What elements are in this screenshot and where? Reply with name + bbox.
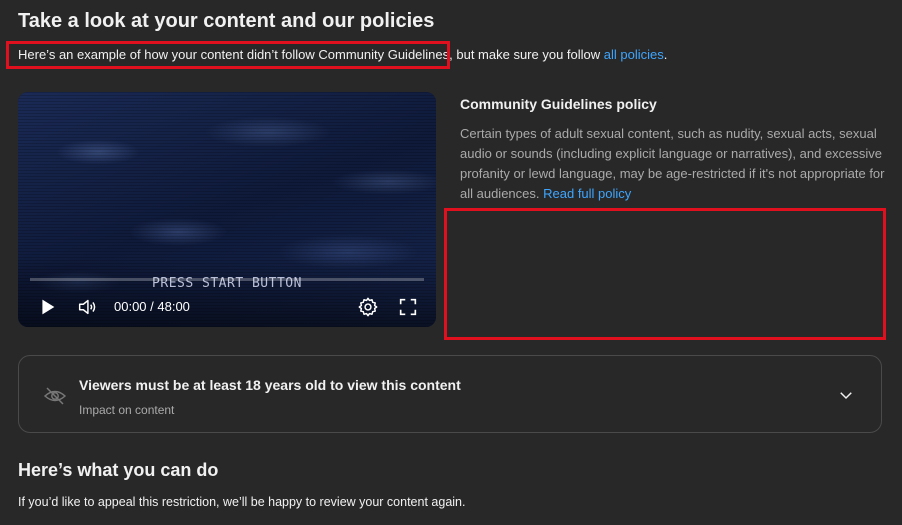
- all-policies-link[interactable]: all policies: [604, 47, 664, 62]
- appeal-text: If you’d like to appeal this restriction…: [18, 495, 466, 509]
- play-icon[interactable]: [36, 296, 58, 318]
- read-full-policy-link[interactable]: Read full policy: [543, 186, 631, 201]
- policy-description: Certain types of adult sexual content, s…: [460, 124, 885, 204]
- video-player[interactable]: PRESS START BUTTON 00:00 / 48:00: [18, 92, 436, 327]
- policy-title: Community Guidelines policy: [460, 96, 657, 112]
- age-restriction-card[interactable]: Viewers must be at least 18 years old to…: [18, 355, 882, 433]
- intro-text-end: .: [663, 47, 668, 62]
- progress-bar[interactable]: [30, 278, 424, 281]
- highlight-box-empty-area: [444, 208, 886, 340]
- eye-off-icon: [43, 384, 67, 408]
- time-display: 00:00 / 48:00: [114, 299, 190, 314]
- chevron-down-icon[interactable]: [837, 386, 855, 404]
- restriction-title: Viewers must be at least 18 years old to…: [79, 377, 461, 393]
- content-policy-page: Take a look at your content and our poli…: [0, 0, 902, 525]
- settings-gear-icon[interactable]: [357, 296, 379, 318]
- restriction-subtitle: Impact on content: [79, 403, 175, 417]
- player-controls: 00:00 / 48:00: [18, 292, 436, 322]
- policy-body-text: Certain types of adult sexual content, s…: [460, 126, 885, 201]
- fullscreen-icon[interactable]: [397, 296, 419, 318]
- page-title: Take a look at your content and our poli…: [18, 10, 435, 32]
- volume-icon[interactable]: [76, 296, 98, 318]
- section-heading-what-you-can-do: Here’s what you can do: [18, 460, 219, 480]
- highlight-box-intro: [6, 41, 450, 69]
